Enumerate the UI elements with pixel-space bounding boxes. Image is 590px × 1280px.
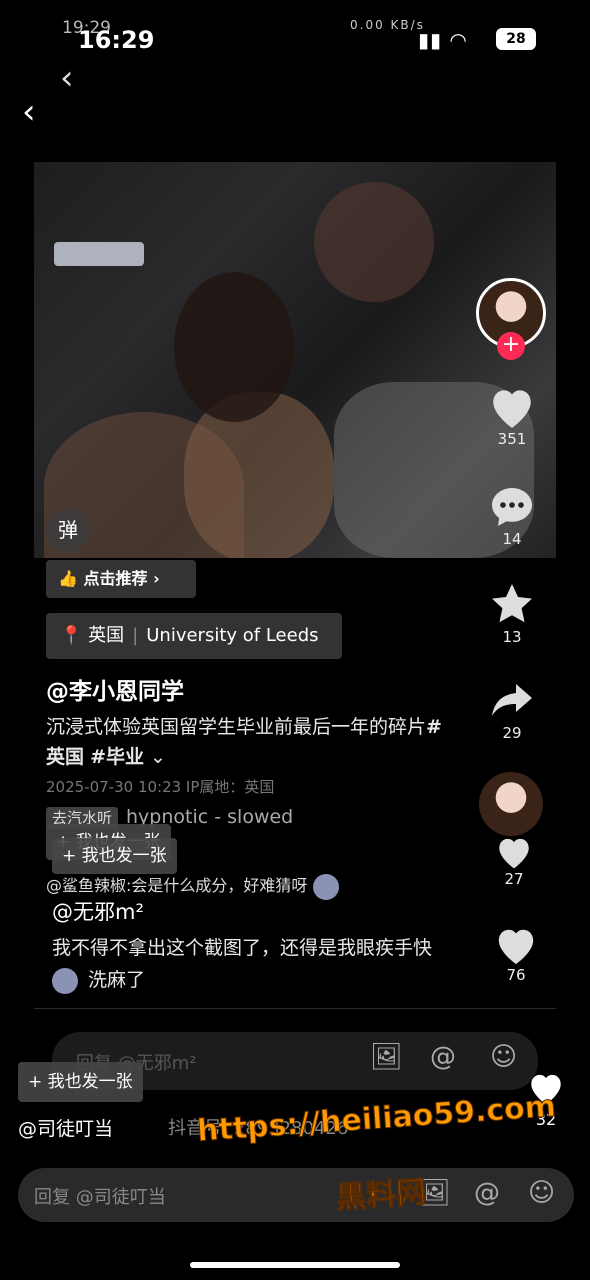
emoji-button-icon[interactable]: ☺ [490,1042,517,1072]
status-time: 16:29 [78,26,155,54]
author-name[interactable]: @李小恩同学 [46,672,184,706]
like-count: 351 [497,430,527,448]
share-button[interactable]: 29 [482,676,542,742]
comment1-like-button[interactable]: 27 [484,834,544,888]
comment-2: 我不得不拿出这个截图了，还得是我眼疾手快 洗麻了 [52,932,502,996]
thumbs-up-icon: 👍 [58,569,78,588]
comment-icon [492,488,532,526]
me-too-button[interactable]: + 我也发一张 [52,838,177,874]
favorite-button[interactable]: 13 [482,580,542,646]
comment-count: 14 [502,530,522,548]
chevron-right-icon: › [153,569,160,588]
post-image[interactable] [34,162,556,558]
danmaku-button[interactable]: 弹 [46,508,90,552]
music-disc-avatar[interactable] [479,772,543,836]
watermark-name: 黑料网 [335,1174,428,1217]
share-icon [492,684,532,716]
post-caption: 沉浸式体验英国留学生毕业前最后一年的碎片#英国 #毕业 ⌄ [46,716,442,768]
location-tag[interactable]: 📍 英国 | University of Leeds [46,613,342,659]
star-icon [492,584,532,623]
home-indicator[interactable] [190,1262,400,1268]
reply-input-2[interactable]: 回复 @司徒叮当 🖼 @ ☺ [18,1168,574,1222]
comment-button[interactable]: 14 [482,482,542,548]
emoji-icon [52,967,78,994]
divider [34,1008,556,1009]
signal-icon: ▮▮ ◠ [418,28,468,52]
emoji-button-icon[interactable]: ☺ [528,1178,555,1208]
me-too-button-bottom[interactable]: + 我也发一张 [18,1062,143,1102]
watermark-url: https://heiliao59.com [196,1088,558,1149]
heart-icon [499,838,529,869]
heart-icon [498,929,534,965]
favorite-count: 13 [502,628,522,646]
mention-icon[interactable]: @ [430,1042,456,1072]
emoji-icon [312,873,339,900]
back-icon-ghost: ‹ [60,58,74,98]
expand-chevron-icon[interactable]: ⌄ [150,746,166,768]
image-icon[interactable]: 🖼 [370,1042,403,1072]
comment3-user[interactable]: @司徒叮当 [18,1114,113,1141]
battery-icon: 28 [496,28,536,50]
recommend-button[interactable]: 👍 点击推荐 › [46,560,196,598]
net-speed: 0.00 KB/s [350,18,425,32]
hashtag[interactable]: #毕业 [90,746,144,768]
comment2-like-button[interactable]: 76 [486,924,546,984]
mention-icon[interactable]: @ [474,1178,500,1208]
post-meta: 2025-07-30 10:23 IP属地：英国 [46,778,275,796]
comment2-user[interactable]: @无邪m² [52,896,144,926]
like-button[interactable]: 351 [482,384,542,448]
share-count: 29 [502,724,522,742]
follow-plus-icon[interactable]: + [497,332,525,360]
heart-icon [493,390,531,428]
back-button[interactable]: ‹ [22,92,36,132]
location-pin-icon: 📍 [60,625,83,646]
